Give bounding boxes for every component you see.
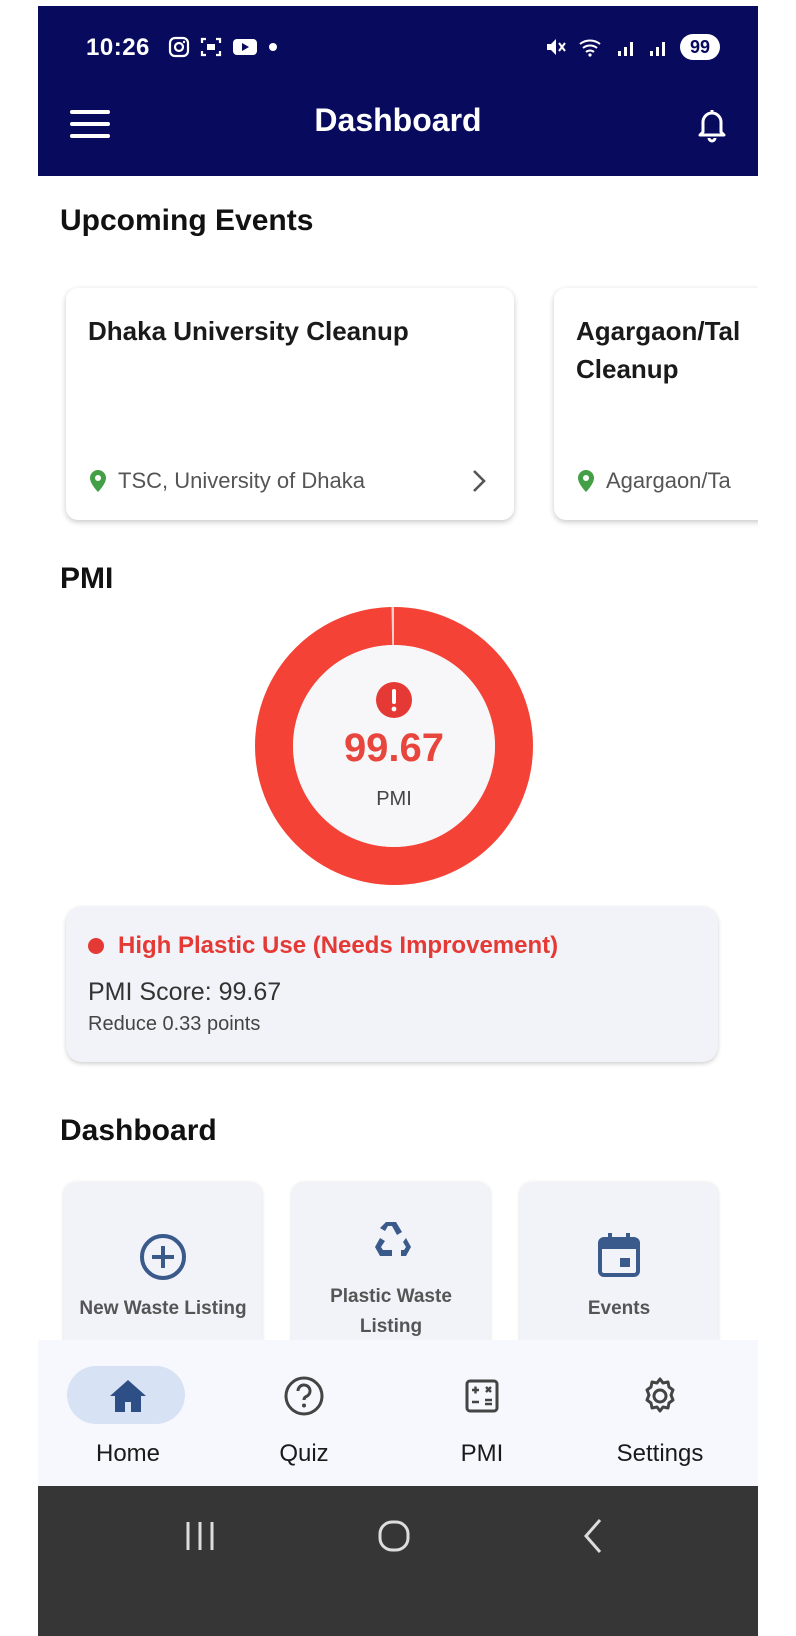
upcoming-events-title: Upcoming Events — [60, 204, 314, 237]
gear-icon — [645, 1377, 675, 1413]
help-circle-icon — [284, 1376, 324, 1416]
alert-icon — [376, 682, 412, 718]
nav-quiz[interactable]: Quiz — [214, 1358, 394, 1468]
event-location: TSC, University of Dhaka — [88, 468, 365, 494]
event-location-text: Agargaon/Ta — [606, 468, 731, 493]
pmi-gauge: 99.67 PMI — [254, 606, 534, 886]
battery-level: 99 — [679, 34, 720, 60]
pmi-status-heading: High Plastic Use (Needs Improvement) — [88, 932, 696, 960]
add-circle-icon — [140, 1234, 186, 1280]
nav-label: Home — [95, 1440, 161, 1467]
phone-screen: 10:26 99 Dashboard Upcoming Events Dhaka… — [38, 6, 758, 1636]
signal-icon — [617, 42, 633, 56]
tile-label: Events — [587, 1298, 651, 1319]
screenshot-icon — [200, 37, 222, 57]
dot-icon — [269, 43, 277, 51]
instagram-icon — [168, 36, 190, 58]
calendar-icon — [598, 1233, 640, 1277]
event-title-line-2: Cleanup — [576, 354, 679, 384]
notification-icons — [168, 36, 278, 58]
bottom-navigation: Home Quiz PMI Settings — [38, 1340, 758, 1490]
plastic-waste-listing-tile[interactable]: Plastic Waste Listing — [292, 1182, 490, 1362]
new-waste-listing-tile[interactable]: New Waste Listing — [64, 1182, 262, 1362]
notifications-button[interactable] — [692, 104, 732, 144]
event-location: Agargaon/Ta — [576, 468, 731, 494]
nav-label: Settings — [616, 1440, 704, 1467]
mute-icon — [546, 39, 566, 55]
pmi-status-card: High Plastic Use (Needs Improvement) PMI… — [66, 906, 718, 1062]
wifi-icon — [579, 39, 601, 57]
back-icon[interactable] — [564, 1512, 624, 1560]
pmi-section-title: PMI — [60, 562, 114, 595]
pmi-label: PMI — [376, 788, 412, 810]
location-pin-icon — [90, 470, 106, 492]
event-location-text: TSC, University of Dhaka — [118, 468, 365, 493]
system-navigation-bar — [38, 1486, 758, 1636]
app-bar-title: Dashboard — [314, 102, 482, 138]
youtube-icon — [233, 39, 257, 55]
pmi-reduce-hint: Reduce 0.33 points — [88, 1013, 261, 1035]
recycle-icon — [375, 1222, 411, 1256]
nav-label: Quiz — [279, 1440, 329, 1467]
dashboard-section-title: Dashboard — [60, 1114, 217, 1147]
top-app-bar: 10:26 99 Dashboard — [38, 6, 758, 176]
nav-settings[interactable]: Settings — [570, 1358, 750, 1468]
event-card[interactable]: Dhaka University Cleanup TSC, University… — [66, 288, 514, 520]
tile-label: Plastic Waste — [330, 1286, 452, 1307]
location-pin-icon — [578, 470, 594, 492]
home-icon — [110, 1380, 146, 1412]
signal-icon-2 — [649, 42, 665, 56]
nav-label: PMI — [460, 1440, 504, 1467]
status-time: 10:26 — [86, 34, 150, 61]
event-card[interactable]: Agargaon/Tal Cleanup Agargaon/Ta — [554, 288, 758, 520]
system-status-icons: 99 — [544, 34, 720, 60]
chevron-right-icon[interactable] — [468, 468, 490, 494]
pmi-score: PMI Score: 99.67 — [88, 978, 282, 1006]
pmi-value: 99.67 — [343, 726, 445, 770]
nav-home[interactable]: Home — [38, 1358, 218, 1468]
events-tile[interactable]: Events — [520, 1182, 718, 1362]
event-title: Agargaon/Tal — [576, 316, 741, 346]
status-dot-icon — [88, 938, 104, 954]
bell-icon — [698, 110, 726, 143]
tile-label-line-2: Listing — [359, 1316, 423, 1337]
event-title: Dhaka University Cleanup — [88, 316, 409, 346]
tile-label: New Waste Listing — [79, 1298, 247, 1319]
nav-pmi[interactable]: PMI — [392, 1358, 572, 1468]
home-nav-icon[interactable] — [364, 1512, 424, 1560]
calculator-icon — [465, 1379, 499, 1413]
pmi-status-text: High Plastic Use (Needs Improvement) — [118, 932, 559, 959]
recent-apps-icon[interactable] — [170, 1512, 230, 1560]
